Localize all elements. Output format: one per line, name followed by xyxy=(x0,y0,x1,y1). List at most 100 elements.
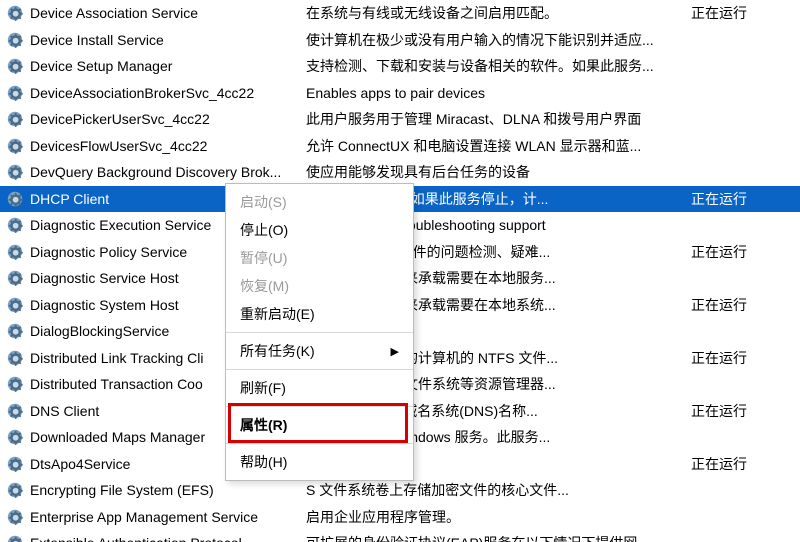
menu-pause: 暂停(U) xyxy=(226,244,413,272)
service-name: DevQuery Background Discovery Brok... xyxy=(30,164,281,180)
service-name: DNS Client xyxy=(30,403,99,419)
service-name: Distributed Transaction Coo xyxy=(30,376,203,392)
gear-icon xyxy=(6,31,24,49)
gear-icon xyxy=(6,481,24,499)
service-description: 在系统与有线或无线设备之间启用匹配。 xyxy=(306,3,691,23)
service-name: Diagnostic Policy Service xyxy=(30,244,187,260)
menu-help-label: 帮助(H) xyxy=(240,452,287,472)
service-name-cell: DevQuery Background Discovery Brok... xyxy=(6,163,306,181)
gear-icon xyxy=(6,534,24,542)
service-description: 启用企业应用程序管理。 xyxy=(306,507,691,527)
gear-icon xyxy=(6,4,24,22)
service-name-cell: DeviceAssociationBrokerSvc_4cc22 xyxy=(6,84,306,102)
service-status: 正在运行 xyxy=(691,348,781,368)
service-name-cell: Encrypting File System (EFS) xyxy=(6,481,306,499)
service-row[interactable]: DevQuery Background Discovery Brok... 使应用… xyxy=(0,159,800,186)
context-menu: 启动(S) 停止(O) 暂停(U) 恢复(M) 重新启动(E) 所有任务(K) ▶… xyxy=(225,183,414,481)
menu-sep-1 xyxy=(226,332,413,333)
service-name: Downloaded Maps Manager xyxy=(30,429,205,445)
menu-refresh-label: 刷新(F) xyxy=(240,378,286,398)
menu-start: 启动(S) xyxy=(226,188,413,216)
service-description: 使计算机在极少或没有用户输入的情况下能识别并适应... xyxy=(306,30,691,50)
gear-icon xyxy=(6,508,24,526)
service-name: Enterprise App Management Service xyxy=(30,509,258,525)
menu-stop[interactable]: 停止(O) xyxy=(226,216,413,244)
service-name: Diagnostic Execution Service xyxy=(30,217,211,233)
service-row[interactable]: DeviceAssociationBrokerSvc_4cc22 Enables … xyxy=(0,80,800,107)
service-row[interactable]: Device Association Service 在系统与有线或无线设备之间启… xyxy=(0,0,800,27)
service-name: DevicePickerUserSvc_4cc22 xyxy=(30,111,210,127)
gear-icon xyxy=(6,269,24,287)
service-name: Diagnostic System Host xyxy=(30,297,179,313)
service-name: DialogBlockingService xyxy=(30,323,169,339)
menu-help[interactable]: 帮助(H) xyxy=(226,448,413,476)
service-name-cell: Device Association Service xyxy=(6,4,306,22)
gear-icon xyxy=(6,375,24,393)
gear-icon xyxy=(6,322,24,340)
service-name-cell: Device Install Service xyxy=(6,31,306,49)
gear-icon xyxy=(6,110,24,128)
menu-sep-3 xyxy=(226,406,413,407)
service-description: 支持检测、下载和安装与设备相关的软件。如果此服务... xyxy=(306,56,691,76)
service-description: 可扩展的身份验证协议(EAP)服务在以下情况下提供网... xyxy=(306,533,691,542)
menu-restart[interactable]: 重新启动(E) xyxy=(226,300,413,328)
menu-resume: 恢复(M) xyxy=(226,272,413,300)
menu-refresh[interactable]: 刷新(F) xyxy=(226,374,413,402)
service-name: Device Setup Manager xyxy=(30,58,172,74)
menu-sep-2 xyxy=(226,369,413,370)
service-status: 正在运行 xyxy=(691,3,781,23)
service-row[interactable]: Device Install Service 使计算机在极少或没有用户输入的情况下… xyxy=(0,27,800,54)
menu-properties[interactable]: 属性(R) xyxy=(226,411,413,439)
service-description: 使应用能够发现具有后台任务的设备 xyxy=(306,162,691,182)
menu-resume-label: 恢复(M) xyxy=(240,276,289,296)
service-name: Encrypting File System (EFS) xyxy=(30,482,214,498)
menu-restart-label: 重新启动(E) xyxy=(240,304,315,324)
gear-icon xyxy=(6,402,24,420)
service-row[interactable]: DevicesFlowUserSvc_4cc22允许 ConnectUX 和电脑… xyxy=(0,133,800,160)
gear-icon xyxy=(6,243,24,261)
service-description: 此用户服务用于管理 Miracast、DLNA 和拨号用户界面 xyxy=(306,109,691,129)
service-row[interactable]: Device Setup Manager 支持检测、下载和安装与设备相关的软件。如… xyxy=(0,53,800,80)
service-name: Diagnostic Service Host xyxy=(30,270,179,286)
gear-icon xyxy=(6,137,24,155)
service-name: Device Association Service xyxy=(30,5,198,21)
menu-stop-label: 停止(O) xyxy=(240,220,288,240)
service-name: DeviceAssociationBrokerSvc_4cc22 xyxy=(30,85,254,101)
menu-properties-label: 属性(R) xyxy=(240,415,287,435)
gear-icon xyxy=(6,84,24,102)
service-name-cell: Enterprise App Management Service xyxy=(6,508,306,526)
service-row[interactable]: DevicePickerUserSvc_4cc22 此用户服务用于管理 Mirac… xyxy=(0,106,800,133)
service-row[interactable]: Extensible Authentication Protocol 可扩展的身份… xyxy=(0,530,800,542)
service-description: 允许 ConnectUX 和电脑设置连接 WLAN 显示器和蓝... xyxy=(306,136,691,156)
service-name: DtsApo4Service xyxy=(30,456,130,472)
service-name-cell: DevicesFlowUserSvc_4cc22 xyxy=(6,137,306,155)
service-name-cell: Device Setup Manager xyxy=(6,57,306,75)
service-name: DHCP Client xyxy=(30,191,109,207)
menu-start-label: 启动(S) xyxy=(240,192,287,212)
gear-icon xyxy=(6,163,24,181)
menu-alltasks[interactable]: 所有任务(K) ▶ xyxy=(226,337,413,365)
menu-alltasks-label: 所有任务(K) xyxy=(240,341,315,361)
gear-icon xyxy=(6,190,24,208)
service-description: Enables apps to pair devices xyxy=(306,85,691,101)
service-status: 正在运行 xyxy=(691,401,781,421)
service-name-cell: DevicePickerUserSvc_4cc22 xyxy=(6,110,306,128)
submenu-arrow-icon: ▶ xyxy=(391,345,399,358)
service-row[interactable]: Enterprise App Management Service 启用企业应用程… xyxy=(0,504,800,531)
gear-icon xyxy=(6,455,24,473)
service-status: 正在运行 xyxy=(691,454,781,474)
service-name: Extensible Authentication Protocol xyxy=(30,535,242,542)
service-name: Device Install Service xyxy=(30,32,164,48)
service-description: S 文件系统卷上存储加密文件的核心文件... xyxy=(306,480,691,500)
gear-icon xyxy=(6,428,24,446)
service-status: 正在运行 xyxy=(691,295,781,315)
service-status: 正在运行 xyxy=(691,189,781,209)
gear-icon xyxy=(6,57,24,75)
gear-icon xyxy=(6,349,24,367)
service-name-cell: Extensible Authentication Protocol xyxy=(6,534,306,542)
service-name: Distributed Link Tracking Cli xyxy=(30,350,204,366)
menu-pause-label: 暂停(U) xyxy=(240,248,287,268)
menu-sep-4 xyxy=(226,443,413,444)
gear-icon xyxy=(6,296,24,314)
gear-icon xyxy=(6,216,24,234)
